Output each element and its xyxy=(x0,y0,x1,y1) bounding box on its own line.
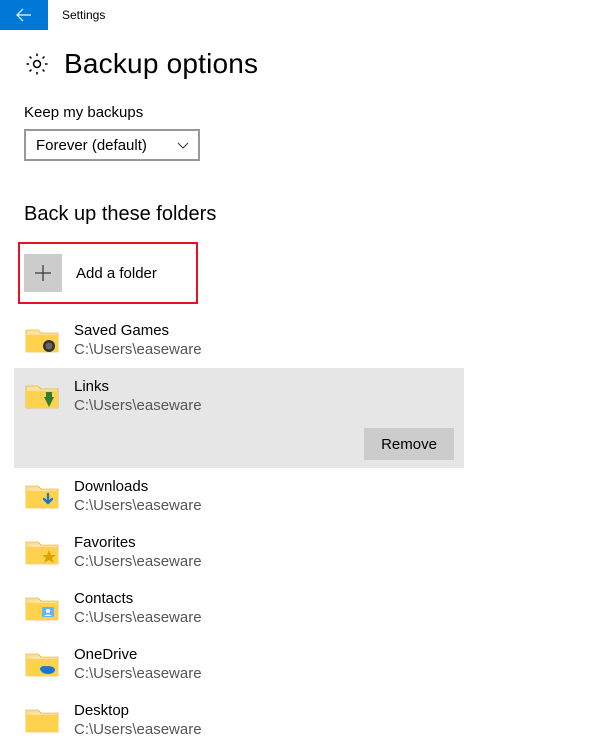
gear-icon xyxy=(24,51,50,77)
folder-item-links[interactable]: Links C:\Users\easeware Remove xyxy=(14,368,464,468)
keep-backups-label: Keep my backups xyxy=(24,104,586,121)
folder-path: C:\Users\easeware xyxy=(74,397,202,414)
folder-item-contacts[interactable]: Contacts C:\Users\easeware xyxy=(14,580,586,636)
folder-path: C:\Users\easeware xyxy=(74,609,202,626)
folder-item-favorites[interactable]: Favorites C:\Users\easeware xyxy=(14,524,586,580)
folder-name: Favorites xyxy=(74,534,202,551)
folder-text: OneDrive C:\Users\easeware xyxy=(74,646,202,682)
folder-name: Links xyxy=(74,378,202,395)
add-folder-label: Add a folder xyxy=(76,265,157,282)
folder-icon xyxy=(24,380,60,412)
back-arrow-icon xyxy=(14,5,34,25)
folder-path: C:\Users\easeware xyxy=(74,497,202,514)
folder-path: C:\Users\easeware xyxy=(74,665,202,682)
folder-text: Saved Games C:\Users\easeware xyxy=(74,322,202,358)
folder-name: Desktop xyxy=(74,702,202,719)
folder-item-onedrive[interactable]: OneDrive C:\Users\easeware xyxy=(14,636,586,692)
folder-list: Saved Games C:\Users\easeware Links C:\U… xyxy=(14,312,586,748)
folder-icon xyxy=(24,648,60,680)
folder-name: Contacts xyxy=(74,590,202,607)
folder-icon xyxy=(24,480,60,512)
folder-name: Saved Games xyxy=(74,322,202,339)
folder-icon xyxy=(24,592,60,624)
folder-icon xyxy=(24,536,60,568)
folder-item-desktop[interactable]: Desktop C:\Users\easeware xyxy=(14,692,586,748)
folder-name: Downloads xyxy=(74,478,202,495)
folder-path: C:\Users\easeware xyxy=(74,721,202,738)
folder-text: Contacts C:\Users\easeware xyxy=(74,590,202,626)
page-title: Backup options xyxy=(64,48,258,80)
page-header: Backup options xyxy=(24,48,586,80)
plus-icon xyxy=(32,262,54,284)
keep-backups-value: Forever (default) xyxy=(36,137,147,154)
folder-text: Downloads C:\Users\easeware xyxy=(74,478,202,514)
folder-name: OneDrive xyxy=(74,646,202,663)
folder-icon xyxy=(24,324,60,356)
folder-text: Favorites C:\Users\easeware xyxy=(74,534,202,570)
folder-item-downloads[interactable]: Downloads C:\Users\easeware xyxy=(14,468,586,524)
add-folder-button[interactable]: Add a folder xyxy=(24,248,192,298)
folder-text: Links C:\Users\easeware xyxy=(74,378,202,414)
content-area: Backup options Keep my backups Forever (… xyxy=(0,30,610,748)
folder-icon xyxy=(24,704,60,736)
remove-button[interactable]: Remove xyxy=(364,428,454,460)
chevron-down-icon xyxy=(176,138,190,152)
folder-path: C:\Users\easeware xyxy=(74,341,202,358)
folder-item-saved-games[interactable]: Saved Games C:\Users\easeware xyxy=(14,312,586,368)
folder-text: Desktop C:\Users\easeware xyxy=(74,702,202,738)
folders-section-title: Back up these folders xyxy=(24,203,586,226)
folder-path: C:\Users\easeware xyxy=(74,553,202,570)
titlebar: Settings xyxy=(0,0,610,30)
back-button[interactable] xyxy=(0,0,48,30)
plus-icon-box xyxy=(24,254,62,292)
window-title: Settings xyxy=(62,8,105,22)
keep-backups-dropdown[interactable]: Forever (default) xyxy=(24,129,200,161)
highlight-annotation: Add a folder xyxy=(18,242,198,304)
